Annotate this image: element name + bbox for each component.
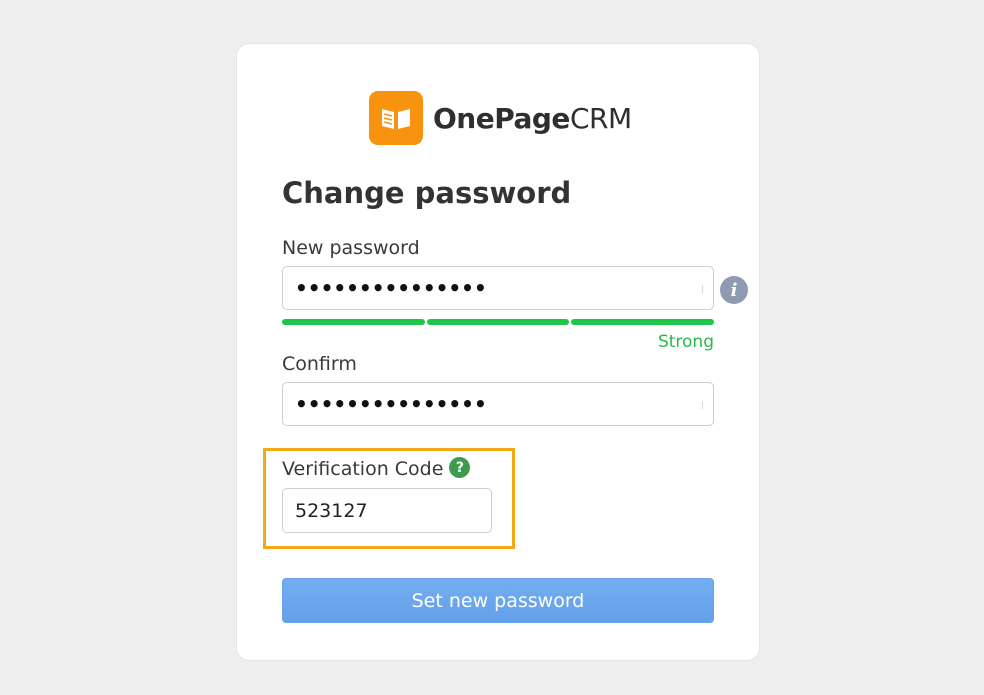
- strength-segment: [426, 319, 570, 325]
- open-book-icon: [369, 91, 423, 145]
- brand-name-light: CRM: [569, 101, 632, 135]
- verification-label-row: Verification Code?: [282, 457, 471, 481]
- strength-segment: [571, 319, 715, 325]
- strength-segment: [282, 319, 425, 325]
- set-new-password-button[interactable]: Set new password: [282, 578, 714, 623]
- new-password-input[interactable]: •••••••••••••••: [282, 266, 714, 310]
- password-strength-meter: [282, 319, 715, 325]
- new-password-value: •••••••••••••••: [295, 276, 487, 300]
- strength-label: Strong: [657, 332, 714, 352]
- verification-code-value: 523127: [295, 499, 368, 522]
- brand-name-bold: OnePage: [433, 101, 570, 135]
- confirm-password-input[interactable]: •••••••••••••••: [282, 382, 714, 426]
- input-divider: [702, 401, 703, 409]
- verification-code-label: Verification Code: [282, 458, 444, 480]
- page-title: Change password: [282, 176, 572, 210]
- verification-code-input[interactable]: 523127: [282, 488, 492, 533]
- new-password-label: New password: [282, 237, 420, 259]
- help-icon[interactable]: ?: [449, 457, 471, 478]
- confirm-password-value: •••••••••••••••: [295, 392, 487, 416]
- onepagecrm-logo: OnePageCRM: [369, 91, 632, 145]
- change-password-card: OnePageCRM Change password New password …: [237, 44, 759, 660]
- input-divider: [702, 285, 703, 293]
- brand-wordmark: OnePageCRM: [433, 102, 632, 135]
- confirm-label: Confirm: [282, 353, 357, 375]
- info-icon[interactable]: i: [720, 276, 748, 304]
